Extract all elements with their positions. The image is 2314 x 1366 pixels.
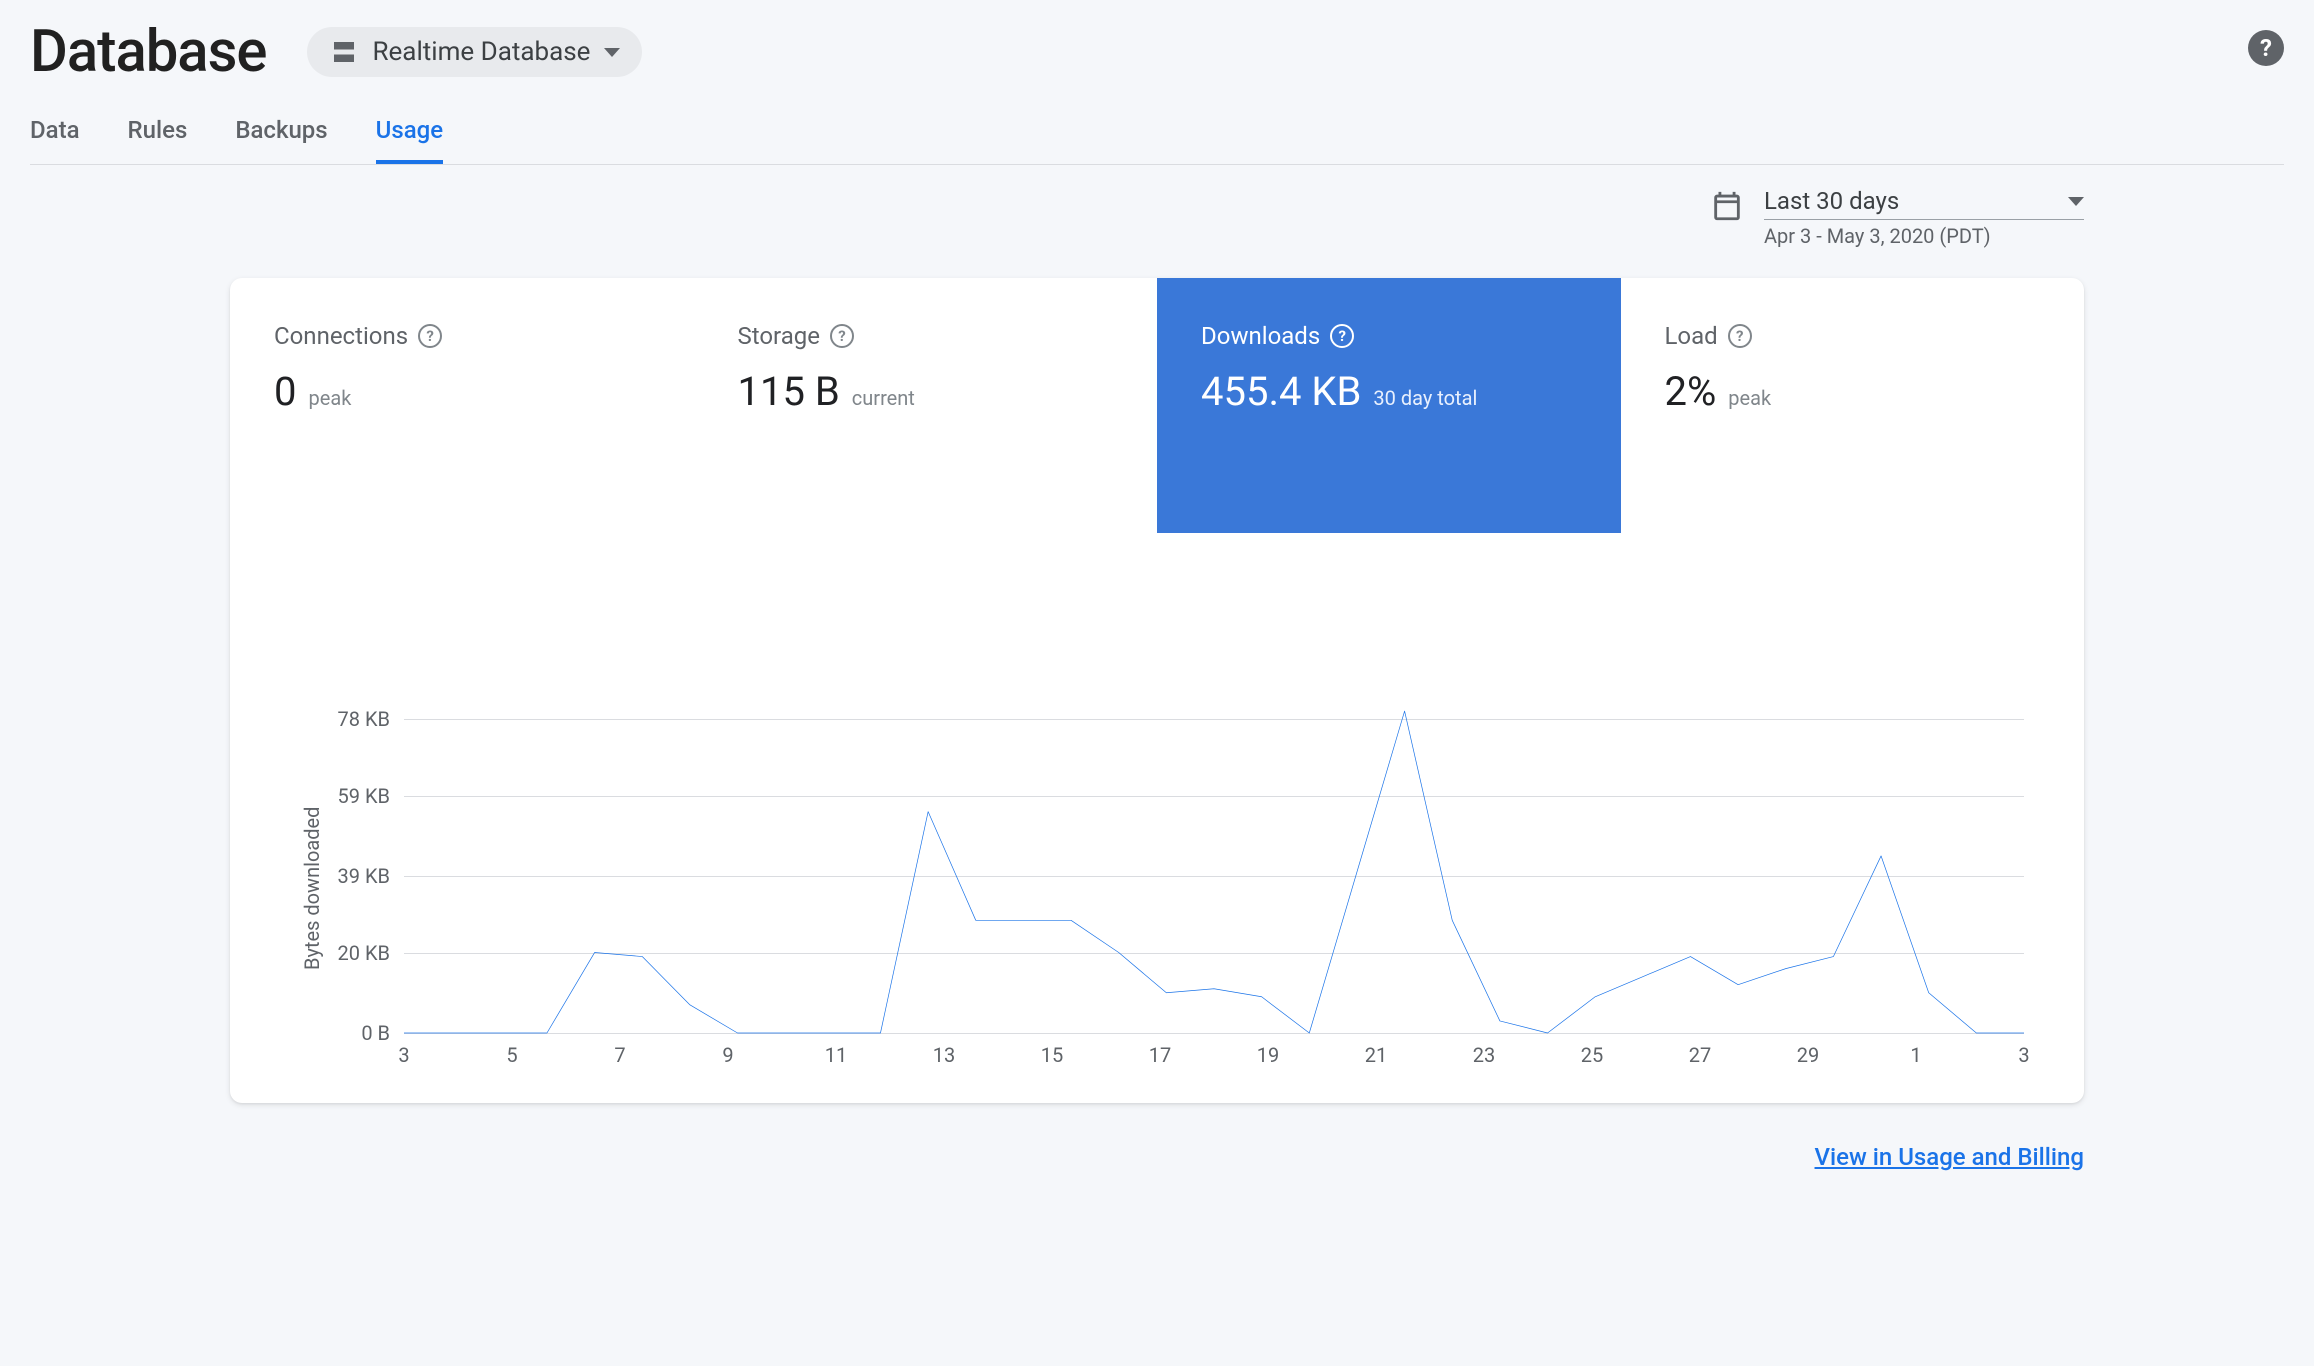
metric-value: 2% [1665, 368, 1717, 415]
calendar-icon [1710, 189, 1744, 223]
chart-x-tick: 11 [825, 1043, 847, 1067]
chart-x-tick: 17 [1149, 1043, 1171, 1067]
database-icon [329, 37, 359, 67]
chart-y-tick: 20 KB [338, 941, 404, 965]
help-button[interactable]: ? [2248, 30, 2284, 66]
chevron-down-icon [604, 48, 620, 57]
chart-x-tick: 3 [398, 1043, 409, 1067]
chart-x-tick: 9 [722, 1043, 733, 1067]
chart-x-tick: 13 [933, 1043, 955, 1067]
tab-rules[interactable]: Rules [128, 116, 188, 164]
chart-x-tick: 23 [1473, 1043, 1495, 1067]
chart-line [404, 703, 2024, 1033]
chart-x-axis: 35791113151719212325272913 [404, 1033, 2024, 1043]
chart-y-tick: 78 KB [338, 707, 404, 731]
tab-usage[interactable]: Usage [376, 116, 443, 164]
help-icon[interactable]: ? [830, 324, 854, 348]
tab-backups[interactable]: Backups [235, 116, 327, 164]
chart-y-tick: 59 KB [338, 784, 404, 808]
metric-title: Load [1665, 322, 1718, 350]
chart-y-axis-label: Bytes downloaded [290, 703, 324, 1033]
date-range-label: Last 30 days [1764, 187, 1899, 215]
metric-sub: peak [308, 386, 351, 410]
metric-sub: 30 day total [1373, 386, 1477, 410]
chart-x-tick: 1 [1910, 1043, 1921, 1067]
chart-plot-area: 0 B20 KB39 KB59 KB78 KB 3579111315171921… [404, 703, 2024, 1033]
date-range-picker[interactable]: Last 30 days Apr 3 - May 3, 2020 (PDT) [1710, 187, 2084, 248]
chart-x-tick: 25 [1581, 1043, 1603, 1067]
metric-value: 455.4 KB [1201, 368, 1361, 415]
chart-x-tick: 29 [1797, 1043, 1819, 1067]
metric-title: Downloads [1201, 322, 1320, 350]
tabs: Data Rules Backups Usage [30, 116, 2284, 165]
chart-y-tick: 39 KB [338, 864, 404, 888]
chart-x-tick: 7 [614, 1043, 625, 1067]
metric-load[interactable]: Load ? 2% peak [1621, 278, 2085, 533]
date-range-value: Apr 3 - May 3, 2020 (PDT) [1764, 220, 2084, 248]
metric-storage[interactable]: Storage ? 115 B current [694, 278, 1158, 533]
help-icon[interactable]: ? [1330, 324, 1354, 348]
metric-title: Storage [738, 322, 820, 350]
metric-value: 115 B [738, 368, 840, 415]
view-usage-billing-link[interactable]: View in Usage and Billing [1815, 1143, 2084, 1171]
metric-sub: peak [1728, 386, 1771, 410]
tab-data[interactable]: Data [30, 116, 80, 164]
help-icon[interactable]: ? [1728, 324, 1752, 348]
metric-downloads[interactable]: Downloads ? 455.4 KB 30 day total [1157, 278, 1621, 533]
chevron-down-icon [2068, 197, 2084, 206]
metric-connections[interactable]: Connections ? 0 peak [230, 278, 694, 533]
chart-x-tick: 27 [1689, 1043, 1711, 1067]
database-selector[interactable]: Realtime Database [307, 27, 643, 77]
chart-x-tick: 5 [506, 1043, 517, 1067]
metric-title: Connections [274, 322, 408, 350]
chart-x-tick: 21 [1365, 1043, 1387, 1067]
chart: Bytes downloaded 0 B20 KB39 KB59 KB78 KB… [230, 533, 2084, 1103]
metric-sub: current [852, 386, 915, 410]
database-selector-label: Realtime Database [373, 37, 591, 67]
chart-x-tick: 3 [2018, 1043, 2029, 1067]
chart-x-tick: 15 [1041, 1043, 1063, 1067]
chart-y-tick: 0 B [361, 1021, 404, 1045]
usage-card: Connections ? 0 peak Storage ? 115 B cur… [230, 278, 2084, 1103]
metric-value: 0 [274, 368, 296, 415]
metrics-row: Connections ? 0 peak Storage ? 115 B cur… [230, 278, 2084, 533]
page-title: Database [30, 18, 267, 86]
help-icon[interactable]: ? [418, 324, 442, 348]
chart-x-tick: 19 [1257, 1043, 1279, 1067]
